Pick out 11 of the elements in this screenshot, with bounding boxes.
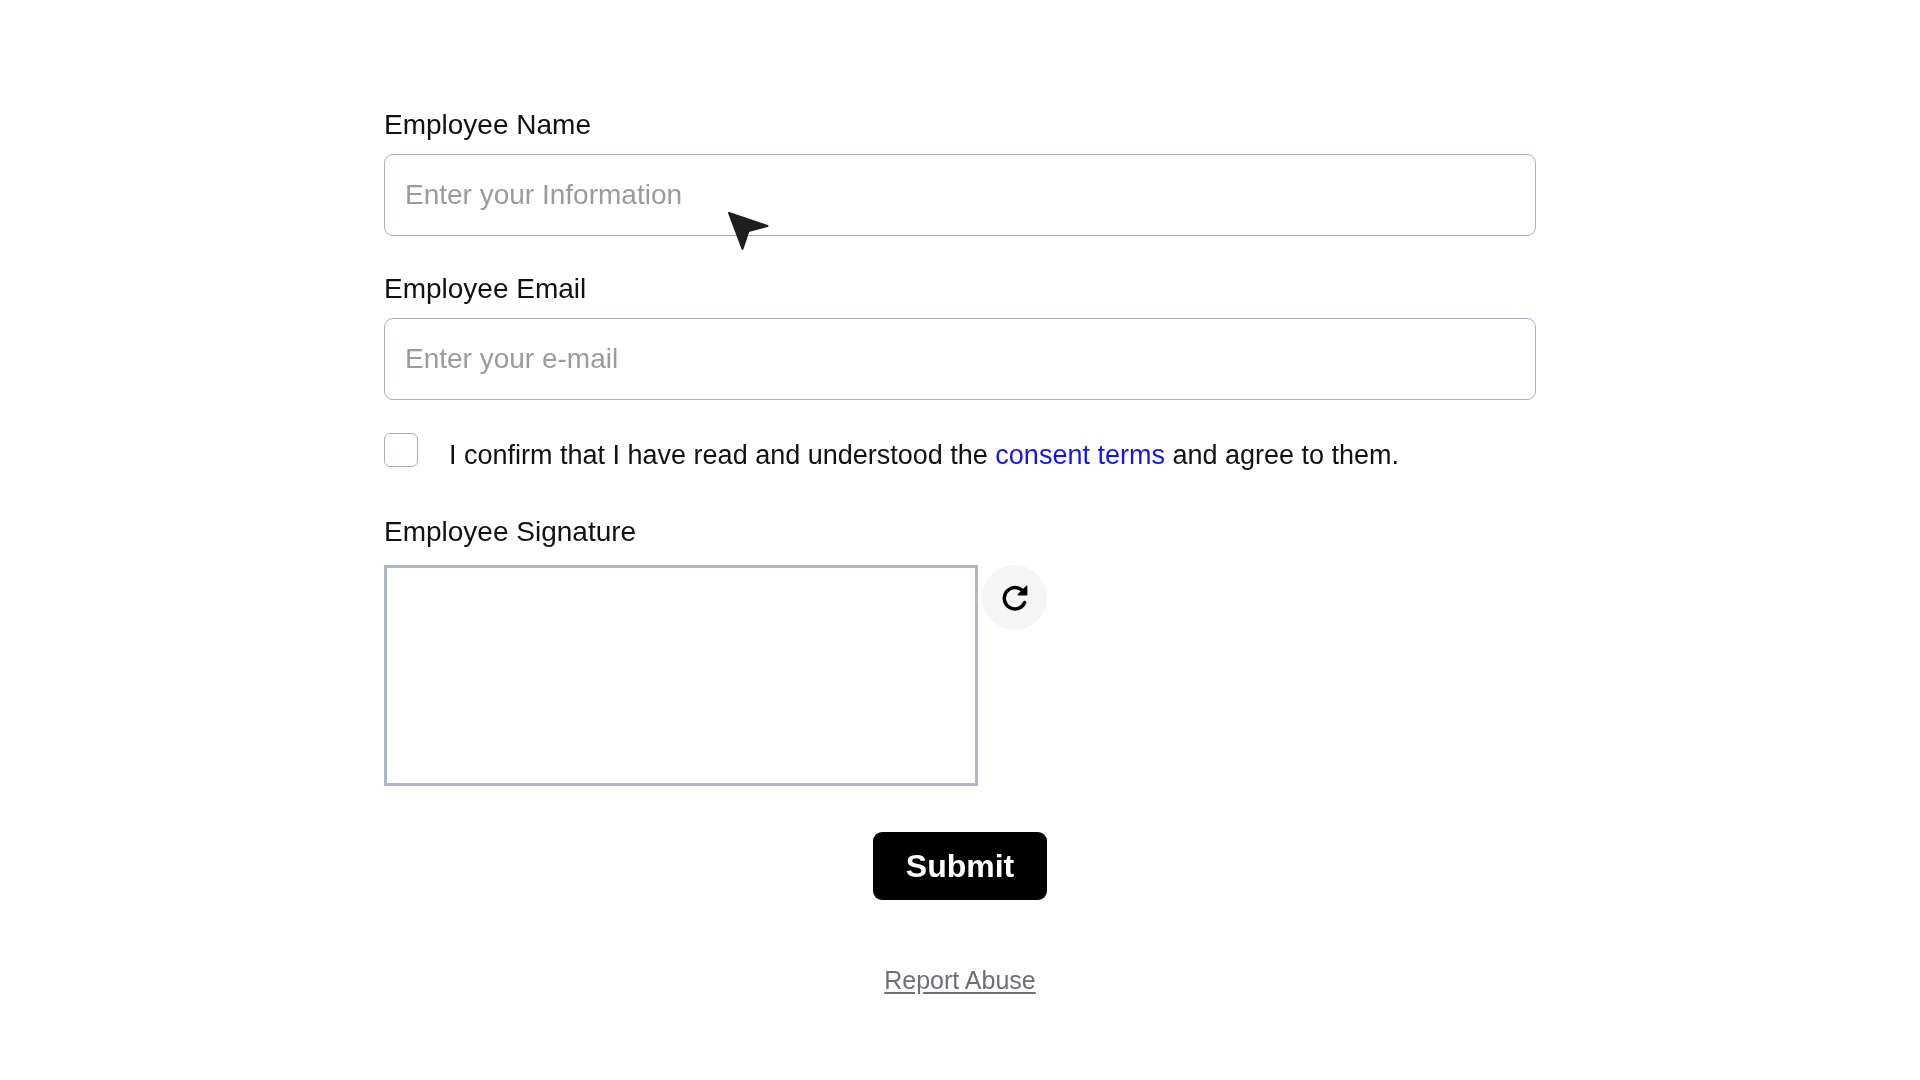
submit-button[interactable]: Submit [873,832,1047,900]
field-label: Employee Email [384,273,587,305]
consent-checkbox[interactable] [384,433,418,467]
field-label: Employee Signature [384,516,637,548]
cursor-icon [727,211,769,251]
consent-text: I confirm that I have read and understood the consent terms and agree to them. [449,439,1400,471]
field-label: Employee Name [384,109,591,141]
consent-link[interactable]: consent terms [995,440,1165,470]
report-abuse-link[interactable]: Report Abuse [884,965,1036,995]
name-input[interactable]: Enter your Information [384,154,1536,236]
email-input[interactable]: Enter your e-mail [384,318,1536,400]
